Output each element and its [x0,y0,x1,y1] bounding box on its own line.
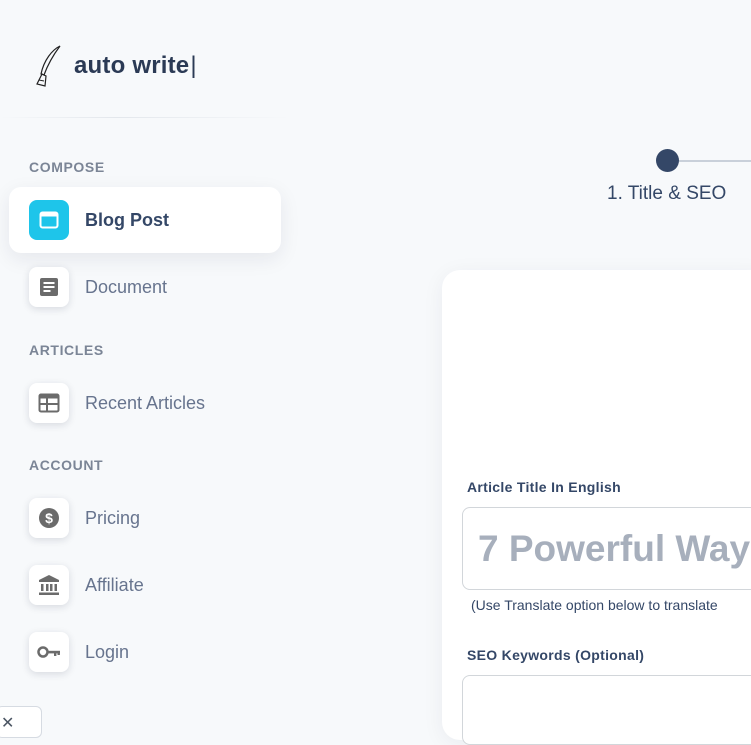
step-1-indicator[interactable] [656,149,679,172]
sidebar-item-affiliate[interactable]: Affiliate [9,552,281,618]
title-helper-text: (Use Translate option below to translate [471,597,718,613]
brand-name: auto write [74,52,190,79]
sidebar-item-document[interactable]: Document [9,254,281,320]
seo-keywords-input[interactable] [462,675,751,745]
sidebar-item-label: Pricing [85,507,141,528]
seo-keywords-label: SEO Keywords (Optional) [467,647,645,663]
svg-text:$: $ [45,510,53,526]
sidebar-item-label: Affiliate [85,574,144,595]
step-1-label: 1. Title & SEO [607,183,727,204]
text-cursor: | [190,52,197,79]
quill-icon [36,45,61,87]
form-card [442,270,751,740]
step-connector [679,160,751,162]
sidebar-divider [0,117,290,118]
close-icon: ✕ [1,715,15,732]
article-title-placeholder: 7 Powerful Ways [478,528,751,569]
section-title-account: ACCOUNT [29,457,104,473]
sidebar-item-pricing[interactable]: $ Pricing [9,485,281,551]
sidebar-item-label: Recent Articles [85,392,206,413]
sidebar-item-label: Login [85,641,130,662]
bank-icon [29,565,69,605]
sidebar-item-label: Document [85,276,168,297]
sidebar-item-blog-post[interactable]: Blog Post [9,187,281,253]
key-icon [29,632,69,672]
dollar-icon: $ [29,498,69,538]
section-title-articles: ARTICLES [29,342,104,358]
article-title-label: Article Title In English [467,479,621,495]
browser-window-icon [29,200,69,240]
section-title-compose: COMPOSE [29,159,105,175]
brand[interactable]: auto write | [30,44,197,88]
table-icon [29,383,69,423]
sidebar-item-label: Blog Post [85,209,169,230]
collapse-button[interactable]: ✕ [0,706,42,738]
sidebar-item-login[interactable]: Login [9,619,281,685]
sidebar: auto write | COMPOSE Blog Post Document … [0,0,300,738]
document-icon [29,267,69,307]
article-title-input[interactable]: 7 Powerful Ways [462,507,751,590]
sidebar-item-recent-articles[interactable]: Recent Articles [9,370,281,436]
